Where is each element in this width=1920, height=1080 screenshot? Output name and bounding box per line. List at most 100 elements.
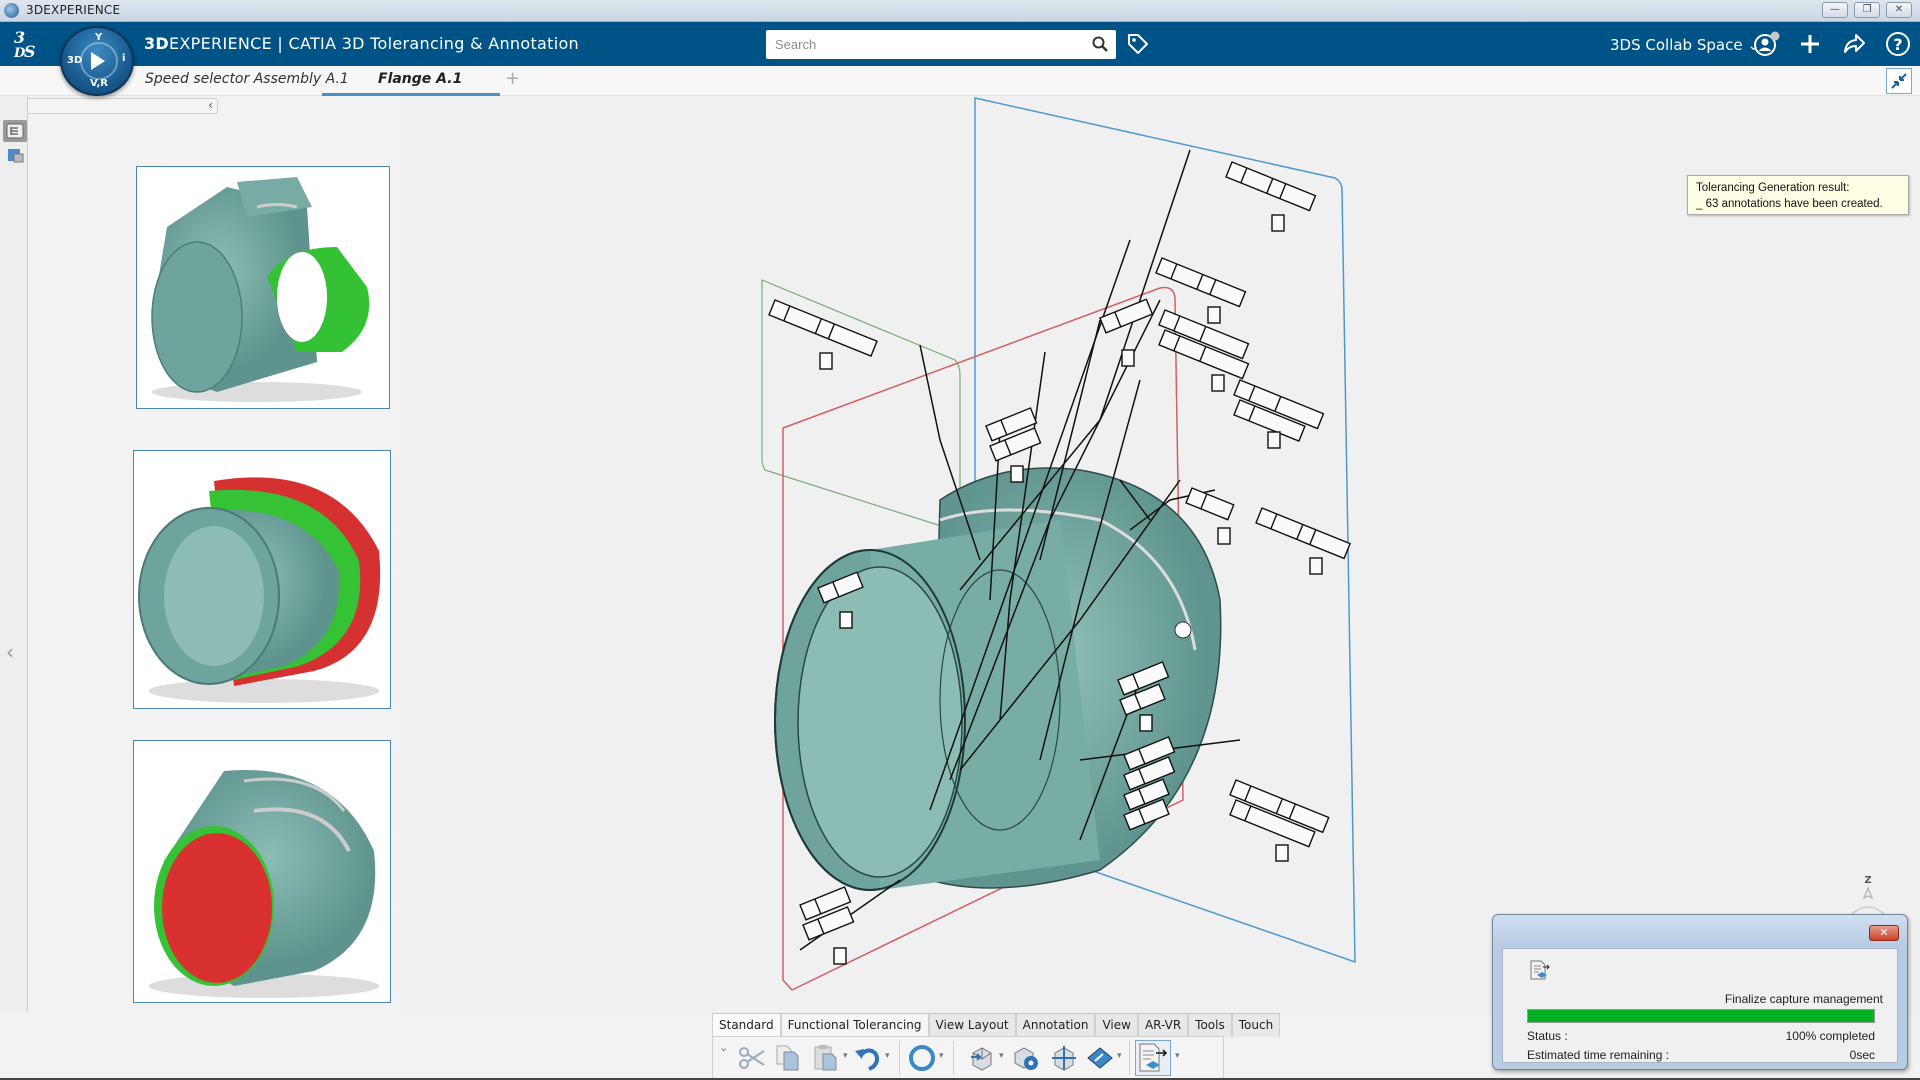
- action-bar-tabs: Standard Functional Tolerancing View Lay…: [712, 1013, 1281, 1037]
- status-value: 100% completed: [1785, 1029, 1875, 1043]
- minimize-button[interactable]: —: [1822, 2, 1848, 18]
- progress-step-label: Finalize capture management: [1724, 992, 1883, 1006]
- datum-system-icon[interactable]: [1049, 1043, 1079, 1073]
- flange-annotated-model[interactable]: [400, 96, 1920, 1016]
- status-row: Status : 100% completed: [1527, 1029, 1875, 1043]
- capture-management-dropdown-icon[interactable]: ▾: [1175, 1051, 1183, 1061]
- tree-icon: [6, 123, 24, 139]
- catalog-toggle-button[interactable]: [3, 144, 27, 166]
- catalog-icon: [8, 149, 24, 163]
- progress-dialog-body: Finalize capture management Status : 100…: [1502, 948, 1898, 1063]
- tab-tools[interactable]: Tools: [1188, 1014, 1232, 1037]
- panel-header: ‹: [28, 98, 218, 114]
- app-title-bold: 3D: [144, 34, 170, 53]
- undo-icon[interactable]: [853, 1043, 883, 1073]
- collapse-view-button[interactable]: [1886, 68, 1912, 94]
- compass-top-label[interactable]: Y: [95, 32, 102, 43]
- compass-right-label[interactable]: i: [122, 53, 125, 64]
- collab-space-selector[interactable]: 3DS Collab Space ⌄: [1610, 36, 1760, 54]
- tolerancing-result-tooltip: Tolerancing Generation result: _ 63 anno…: [1687, 175, 1909, 215]
- document-tabs-bar: Speed selector Assembly A.1 Flange A.1 +: [0, 66, 1920, 96]
- search-box[interactable]: [766, 30, 1116, 59]
- collapse-arrows-icon: [1891, 73, 1907, 89]
- semantic-tolerancing-dropdown-icon[interactable]: ▾: [999, 1051, 1007, 1061]
- tree-toggle-button[interactable]: [3, 120, 27, 142]
- tab-view-layout[interactable]: View Layout: [928, 1014, 1016, 1037]
- tab-touch[interactable]: Touch: [1231, 1014, 1281, 1037]
- action-bar-collapse-chevron-icon[interactable]: ⌄: [719, 1041, 728, 1054]
- thumbnail-flange-view-2[interactable]: [133, 450, 391, 709]
- ds-logo-icon[interactable]: 3SD: [12, 28, 48, 61]
- compass-bottom-label[interactable]: V,R: [90, 78, 108, 89]
- toolbar-separator: [953, 1041, 954, 1075]
- play-icon[interactable]: [91, 52, 105, 70]
- close-window-button[interactable]: ✕: [1886, 2, 1912, 18]
- flange-thumbnail-3-image: [149, 770, 379, 998]
- tag-icon[interactable]: [1126, 32, 1150, 56]
- capture-progress-dialog: ✕ Finalize capture management Status : 1…: [1492, 914, 1908, 1070]
- restore-button[interactable]: ❐: [1854, 2, 1880, 18]
- app-title: 3DEXPERIENCE | CATIA 3D Tolerancing & An…: [144, 34, 579, 53]
- undo-dropdown-icon[interactable]: ▾: [885, 1051, 893, 1061]
- toolbar-separator: [1129, 1041, 1130, 1075]
- search-icon[interactable]: [1092, 36, 1108, 52]
- cut-icon[interactable]: [737, 1043, 767, 1073]
- tab-annotation[interactable]: Annotation: [1015, 1014, 1096, 1037]
- window-title: 3DEXPERIENCE: [26, 3, 121, 17]
- toolbar-separator: [899, 1041, 900, 1075]
- geometry-tolerance-dropdown-icon[interactable]: ▾: [1117, 1051, 1125, 1061]
- paste-dropdown-icon[interactable]: ▾: [843, 1051, 851, 1061]
- svg-text:D: D: [13, 46, 26, 60]
- capture-management-icon: [1530, 960, 1550, 980]
- app-globe-icon: [4, 3, 19, 18]
- update-dropdown-icon[interactable]: ▾: [939, 1051, 947, 1061]
- search-input[interactable]: [766, 30, 1076, 59]
- tooltip-line-2: _ 63 annotations have been created.: [1696, 198, 1883, 210]
- action-bar: Standard Functional Tolerancing View Lay…: [712, 1013, 1281, 1080]
- catia-window: 3DEXPERIENCE — ❐ ✕ 3SD 3DEXPERIENCE | CA…: [0, 0, 1920, 1080]
- thumbnail-flange-view-1[interactable]: [136, 166, 390, 409]
- progress-bar-fill: [1528, 1010, 1874, 1022]
- copy-icon[interactable]: [773, 1043, 803, 1073]
- eta-label: Estimated time remaining :: [1527, 1048, 1670, 1062]
- add-icon[interactable]: [1796, 30, 1824, 58]
- flange-thumbnail-2-image: [138, 477, 381, 703]
- help-icon[interactable]: ?: [1884, 30, 1912, 58]
- svg-text:S: S: [24, 42, 36, 60]
- tolerancing-advisor-icon[interactable]: [1011, 1043, 1041, 1073]
- thumbnail-flange-view-3[interactable]: [133, 740, 391, 1003]
- 3d-viewport[interactable]: [400, 96, 1920, 1016]
- tab-flange[interactable]: Flange A.1: [378, 71, 462, 87]
- action-bar-tools: ⌄ ▾ ▾ ▾ ▾ ▾ ▾: [712, 1036, 1224, 1080]
- app-title-rest: EXPERIENCE | CATIA 3D Tolerancing & Anno…: [169, 34, 579, 53]
- axis-z-label: Z: [1864, 875, 1871, 886]
- eta-value: 0sec: [1849, 1048, 1875, 1062]
- tab-functional-tolerancing[interactable]: Functional Tolerancing: [780, 1014, 929, 1037]
- tab-view[interactable]: View: [1095, 1014, 1138, 1037]
- capture-management-tool-icon: [1139, 1043, 1168, 1072]
- app-top-bar: 3SD 3DEXPERIENCE | CATIA 3D Tolerancing …: [0, 22, 1920, 66]
- eta-row: Estimated time remaining : 0sec: [1527, 1048, 1875, 1062]
- tooltip-line-1: Tolerancing Generation result:: [1696, 182, 1850, 194]
- left-tool-strip: ‹: [0, 96, 28, 1012]
- user-icon[interactable]: [1752, 30, 1780, 58]
- share-icon[interactable]: [1840, 30, 1868, 58]
- axis-triad-icon[interactable]: Z: [1848, 874, 1888, 914]
- collapse-panel-chevron-icon[interactable]: ‹: [208, 98, 213, 112]
- geometry-tolerance-icon[interactable]: [1085, 1043, 1115, 1073]
- capture-management-button[interactable]: [1135, 1040, 1171, 1076]
- add-tab-button[interactable]: +: [505, 68, 520, 89]
- close-dialog-button[interactable]: ✕: [1869, 925, 1899, 941]
- compass-left-label[interactable]: 3D: [67, 55, 82, 66]
- compass-widget[interactable]: Y 3D i V,R: [60, 26, 134, 96]
- os-title-bar: 3DEXPERIENCE — ❐ ✕: [0, 0, 1920, 22]
- semantic-tolerancing-icon[interactable]: [967, 1043, 997, 1073]
- svg-text:?: ?: [1893, 35, 1902, 54]
- paste-icon[interactable]: [811, 1043, 841, 1073]
- update-icon[interactable]: [907, 1043, 937, 1073]
- expand-panel-chevron-icon[interactable]: ‹: [6, 640, 14, 664]
- tab-speed-selector-assembly[interactable]: Speed selector Assembly A.1: [145, 71, 349, 87]
- tab-ar-vr[interactable]: AR-VR: [1137, 1014, 1189, 1037]
- progress-bar: [1527, 1009, 1875, 1023]
- tab-standard[interactable]: Standard: [712, 1014, 781, 1037]
